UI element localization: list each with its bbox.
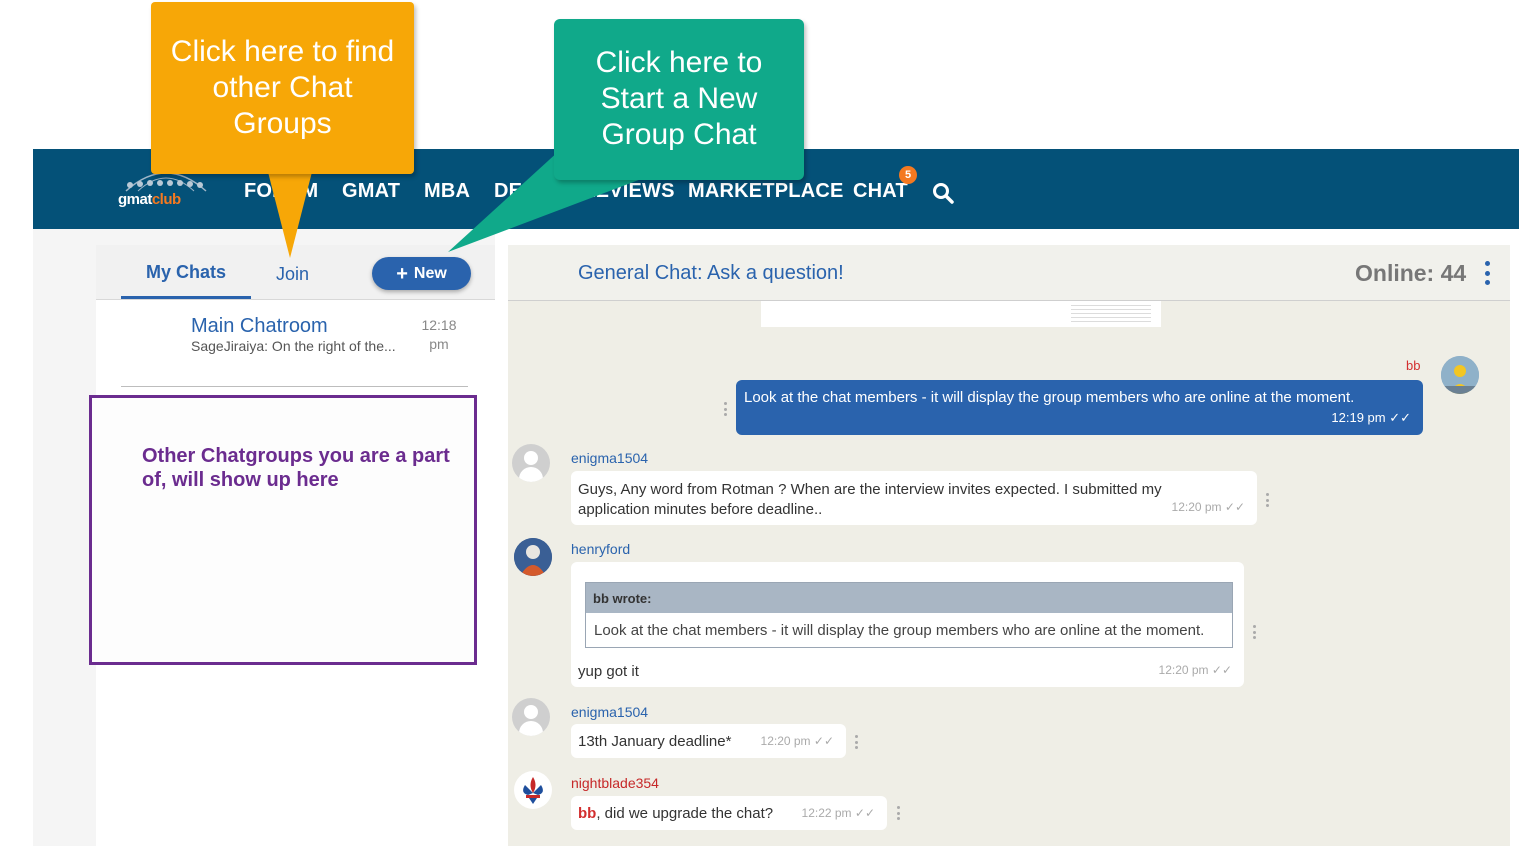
user-avatar[interactable]: [514, 538, 552, 576]
callout-line: Click here to: [595, 46, 763, 79]
chat-item-name: Main Chatroom: [191, 315, 328, 337]
plus-icon: +: [396, 262, 408, 285]
new-button-label: New: [413, 264, 447, 282]
message-time: 12:19 pm ✓✓: [1331, 410, 1411, 425]
user-avatar[interactable]: [1441, 356, 1479, 394]
avatar-photo-icon: [514, 538, 552, 576]
divider: [121, 386, 468, 387]
chat-tabs: My Chats Join + New: [96, 245, 495, 300]
callout-line: Groups: [233, 107, 332, 140]
logo-wordmark: gmatclub: [118, 191, 181, 208]
tab-join[interactable]: Join: [276, 264, 309, 285]
nav-chat[interactable]: CHAT: [853, 180, 908, 203]
active-tab-indicator: [121, 296, 251, 299]
callout-line: Click here to find: [170, 35, 395, 68]
user-avatar[interactable]: [512, 444, 550, 482]
find-chat-groups-callout: Click here to find other Chat Groups: [151, 2, 414, 174]
message-bubble: 13th January deadline* 12:20 pm ✓✓: [571, 724, 846, 758]
message-text: yup got it: [578, 663, 639, 680]
callout-line: other Chat: [212, 71, 353, 104]
attached-image-preview[interactable]: [761, 301, 1161, 327]
message-options-icon[interactable]: [1264, 493, 1270, 507]
callout-line: Start a New: [600, 82, 758, 115]
message-username[interactable]: henryford: [571, 541, 630, 557]
message-time: 12:22 pm ✓✓: [801, 806, 875, 820]
message-bubble-own: Look at the chat members - it will displ…: [736, 380, 1423, 435]
tab-my-chats[interactable]: My Chats: [146, 262, 226, 283]
message-text: Guys, Any word from Rotman ? When are th…: [578, 481, 1162, 518]
message-time: 12:20 pm ✓✓: [1171, 500, 1245, 514]
chat-item-time: 12:18 pm: [421, 317, 457, 352]
chat-panel: General Chat: Ask a question! Online: 44…: [508, 245, 1510, 846]
mention: bb: [578, 805, 597, 822]
quote-author: bb wrote:: [586, 583, 1232, 613]
message-text: Look at the chat members - it will displ…: [744, 389, 1355, 406]
chat-list-item[interactable]: Main Chatroom SageJiraiya: On the right …: [96, 301, 495, 379]
nav-marketplace[interactable]: MARKETPLACE: [688, 180, 844, 203]
new-chat-button[interactable]: + New: [372, 257, 471, 290]
chat-item-preview: SageJiraiya: On the right of the...: [191, 338, 396, 354]
message-bubble: bb wrote: Look at the chat members - it …: [571, 562, 1244, 687]
message-options-icon[interactable]: [1251, 625, 1257, 639]
message-options-icon[interactable]: [722, 402, 728, 416]
message-bubble: bb, did we upgrade the chat? 12:22 pm ✓✓: [571, 796, 887, 830]
chat-title: General Chat: Ask a question!: [578, 262, 844, 284]
message-time: 12:20 pm ✓✓: [760, 734, 834, 748]
message-options-icon[interactable]: [853, 735, 859, 749]
message-text: 13th January deadline*: [578, 733, 732, 750]
user-avatar[interactable]: [514, 771, 552, 809]
message-bubble: Guys, Any word from Rotman ? When are th…: [571, 471, 1257, 525]
message-options-icon[interactable]: [895, 806, 901, 820]
other-chatgroups-annotation: Other Chatgroups you are a part of, will…: [89, 395, 477, 665]
quoted-message: bb wrote: Look at the chat members - it …: [585, 582, 1233, 648]
message-username[interactable]: enigma1504: [571, 450, 648, 466]
chat-notification-badge: 5: [899, 166, 917, 184]
chat-header: General Chat: Ask a question! Online: 44: [508, 245, 1510, 301]
annotation-text: Other Chatgroups you are a part of, will…: [142, 445, 450, 491]
nav-mba[interactable]: MBA: [424, 180, 470, 203]
nav-gmat[interactable]: GMAT: [342, 180, 400, 203]
message-text: bb, did we upgrade the chat?: [578, 805, 774, 822]
nav-deals[interactable]: DEALS: [494, 180, 563, 203]
online-count[interactable]: Online: 44: [1355, 260, 1466, 287]
fleur-de-lis-icon: [515, 772, 551, 808]
nav-reviews[interactable]: REVIEWS: [581, 180, 675, 203]
message-username[interactable]: nightblade354: [571, 775, 659, 791]
nav-forum[interactable]: FORUM: [244, 180, 318, 203]
message-username: bb: [1406, 358, 1421, 373]
chat-menu-icon[interactable]: [1484, 261, 1490, 285]
page: gmatclub FORUM GMAT MBA DEALS REVIEWS MA…: [0, 0, 1519, 846]
message-time: 12:20 pm ✓✓: [1158, 663, 1232, 677]
search-icon[interactable]: [931, 181, 955, 205]
avatar-photo-icon: [1441, 356, 1479, 394]
message-username[interactable]: enigma1504: [571, 704, 648, 720]
callout-line: Group Chat: [601, 118, 757, 151]
quote-text: Look at the chat members - it will displ…: [594, 622, 1205, 639]
new-group-chat-callout: Click here to Start a New Group Chat: [554, 19, 804, 180]
user-avatar[interactable]: [512, 698, 550, 736]
